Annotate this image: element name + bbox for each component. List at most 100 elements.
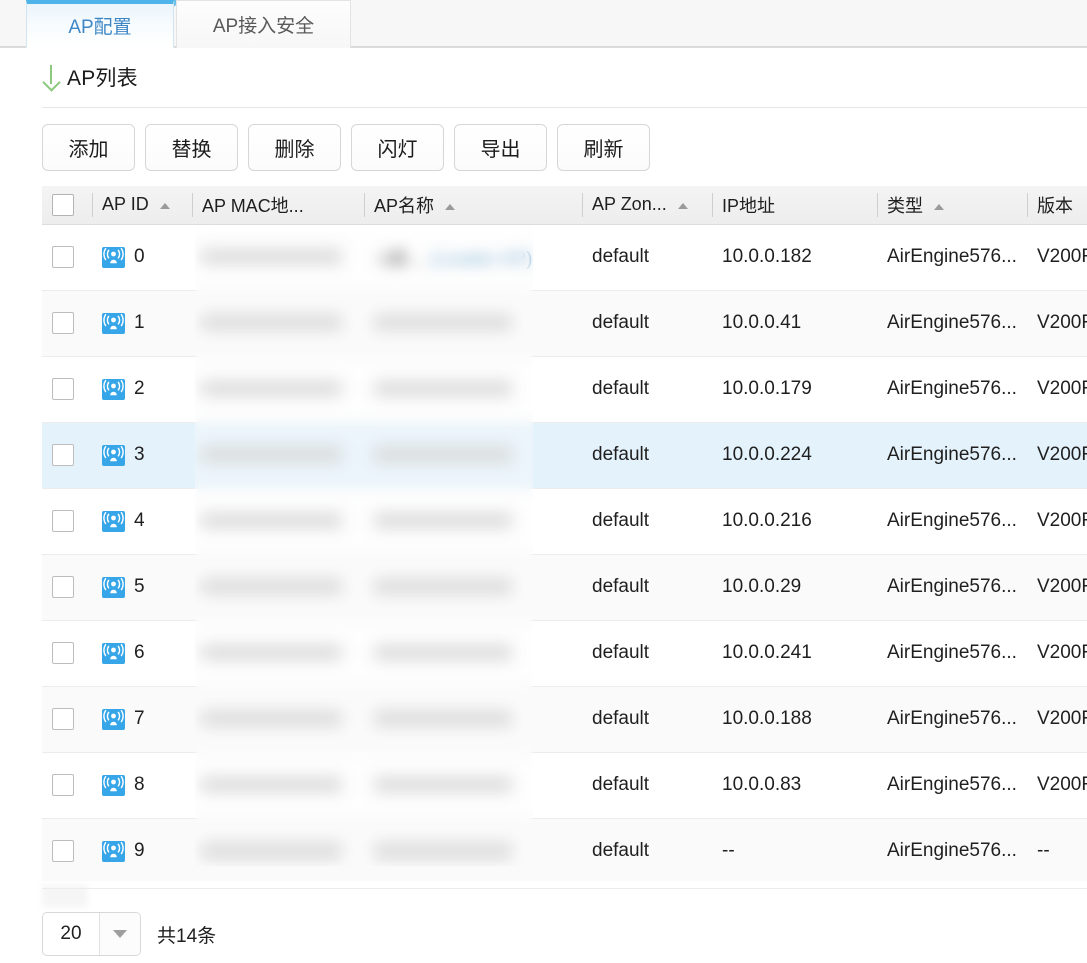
cell-ip-value: 10.0.0.182 xyxy=(722,246,812,267)
row-select-cell[interactable] xyxy=(42,686,92,753)
cell-ap-zone-value: default xyxy=(592,774,650,795)
cell-version: V200R xyxy=(1027,686,1087,753)
cell-type-value: AirEngine576... xyxy=(887,246,1017,267)
cell-ip: -- xyxy=(712,818,877,881)
ap-device-icon xyxy=(102,576,125,598)
delete-button[interactable]: 删除 xyxy=(248,124,341,171)
column-header-ip[interactable]: IP地址 xyxy=(712,186,877,225)
row-select-cell[interactable] xyxy=(42,290,92,357)
column-header-version[interactable]: 版本 xyxy=(1027,186,1087,225)
column-header-ap-id[interactable]: AP ID xyxy=(92,186,192,225)
page-size-dropdown-button[interactable] xyxy=(100,913,140,955)
table-row[interactable]: 9 default -- AirEngine576... -- xyxy=(42,818,1087,881)
cell-ap-name xyxy=(364,752,582,819)
row-checkbox[interactable] xyxy=(52,773,74,796)
cell-ap-zone: default xyxy=(582,620,712,687)
table-row[interactable]: 1 default 10.0.0.41 AirEngine576... V200R xyxy=(42,290,1087,357)
cell-version-value: -- xyxy=(1037,840,1050,861)
redacted-ap-name xyxy=(374,710,512,728)
row-checkbox[interactable] xyxy=(52,245,74,268)
page-size-select[interactable]: 20 xyxy=(42,912,141,956)
cell-type: AirEngine576... xyxy=(877,488,1027,555)
cell-ip-value: 10.0.0.41 xyxy=(722,312,802,333)
redacted-mac xyxy=(202,512,342,530)
row-select-cell[interactable] xyxy=(42,422,92,489)
ap-device-icon xyxy=(102,840,125,862)
row-select-cell[interactable] xyxy=(42,620,92,687)
cell-ap-id-value: 0 xyxy=(134,246,145,267)
table-header-row: AP ID AP MAC地... AP名称 AP Zon... IP地址 类型 … xyxy=(42,186,1087,225)
select-all-checkbox[interactable] xyxy=(52,193,74,216)
redacted-ap-name xyxy=(374,578,512,596)
column-header-ap-mac[interactable]: AP MAC地... xyxy=(192,186,364,225)
table-row[interactable]: 5 default 10.0.0.29 AirEngine576... V200R xyxy=(42,554,1087,621)
cell-type-value: AirEngine576... xyxy=(887,708,1017,729)
row-select-cell[interactable] xyxy=(42,752,92,819)
select-all-header[interactable] xyxy=(42,186,92,225)
row-select-cell[interactable] xyxy=(42,356,92,423)
table-row[interactable]: 6 default 10.0.0.241 AirEngine576... V200R xyxy=(42,620,1087,687)
redacted-ap-name xyxy=(374,512,512,530)
table-row[interactable]: 3 default 10.0.0.224 AirEngine576... V200R xyxy=(42,422,1087,489)
cell-ap-name xyxy=(364,686,582,753)
cell-ip: 10.0.0.41 xyxy=(712,290,877,357)
column-header-ap-zone[interactable]: AP Zon... xyxy=(582,186,712,225)
table-row[interactable]: 4 default 10.0.0.216 AirEngine576... V200R xyxy=(42,488,1087,555)
row-checkbox[interactable] xyxy=(52,377,74,400)
section-header[interactable]: AP列表 xyxy=(42,62,138,92)
sort-ascending-icon[interactable] xyxy=(677,202,688,209)
sort-ascending-icon[interactable] xyxy=(934,204,945,210)
cell-ap-id-value: 5 xyxy=(134,576,145,597)
row-select-cell[interactable] xyxy=(42,818,92,881)
cell-ap-id-value: 1 xyxy=(134,312,145,333)
row-checkbox[interactable] xyxy=(52,839,74,862)
cell-ip: 10.0.0.182 xyxy=(712,224,877,291)
cell-ap-mac xyxy=(192,554,364,621)
redacted-mac xyxy=(202,842,342,860)
leader-ap-label: (Leader AP) xyxy=(431,248,533,270)
export-button[interactable]: 导出 xyxy=(454,124,547,171)
row-checkbox[interactable] xyxy=(52,509,74,532)
row-checkbox[interactable] xyxy=(52,707,74,730)
row-checkbox[interactable] xyxy=(52,575,74,598)
cell-ap-id-value: 8 xyxy=(134,774,145,795)
row-select-cell[interactable] xyxy=(42,488,92,555)
column-header-version-label: 版本 xyxy=(1037,195,1073,216)
redacted-mac xyxy=(202,776,342,794)
row-select-cell[interactable] xyxy=(42,554,92,621)
tab-ap-access-security[interactable]: AP接入安全 xyxy=(176,0,351,48)
add-button[interactable]: 添加 xyxy=(42,124,135,171)
tab-ap-config-label: AP配置 xyxy=(68,17,132,38)
cell-version-value: V200R xyxy=(1037,642,1087,663)
table-row[interactable]: 2 default 10.0.0.179 AirEngine576... V200R xyxy=(42,356,1087,423)
table-row[interactable]: 7 default 10.0.0.188 AirEngine576... V200R xyxy=(42,686,1087,753)
ap-device-icon xyxy=(102,312,125,334)
blink-led-button[interactable]: 闪灯 xyxy=(351,124,444,171)
table-row[interactable]: 8 default 10.0.0.83 AirEngine576... V200R xyxy=(42,752,1087,819)
cell-version-value: V200R xyxy=(1037,510,1087,531)
row-checkbox[interactable] xyxy=(52,311,74,334)
column-header-ap-name[interactable]: AP名称 xyxy=(364,186,582,225)
row-checkbox[interactable] xyxy=(52,641,74,664)
arrow-down-icon[interactable] xyxy=(42,64,60,90)
row-checkbox[interactable] xyxy=(52,443,74,466)
cell-version-value: V200R xyxy=(1037,246,1087,267)
cell-ip: 10.0.0.216 xyxy=(712,488,877,555)
sort-ascending-icon[interactable] xyxy=(159,202,170,209)
cell-ap-name xyxy=(364,290,582,357)
cell-ap-name xyxy=(364,554,582,621)
row-select-cell[interactable] xyxy=(42,224,92,291)
column-header-type-label: 类型 xyxy=(887,195,923,216)
redacted-mac xyxy=(202,578,342,596)
sort-ascending-icon[interactable] xyxy=(445,204,456,210)
tab-ap-config[interactable]: AP配置 xyxy=(26,0,174,48)
column-header-type[interactable]: 类型 xyxy=(877,186,1027,225)
cell-version: V200R xyxy=(1027,554,1087,621)
redacted-ap-name xyxy=(374,776,512,794)
cell-type: AirEngine576... xyxy=(877,620,1027,687)
refresh-button[interactable]: 刷新 xyxy=(557,124,650,171)
cell-ap-id-value: 2 xyxy=(134,378,145,399)
column-header-ap-name-label: AP名称 xyxy=(374,195,435,216)
table-row[interactable]: 0 -1卧... (Leader AP) default 10.0.0.182 AirE… xyxy=(42,224,1087,291)
replace-button[interactable]: 替换 xyxy=(145,124,238,171)
